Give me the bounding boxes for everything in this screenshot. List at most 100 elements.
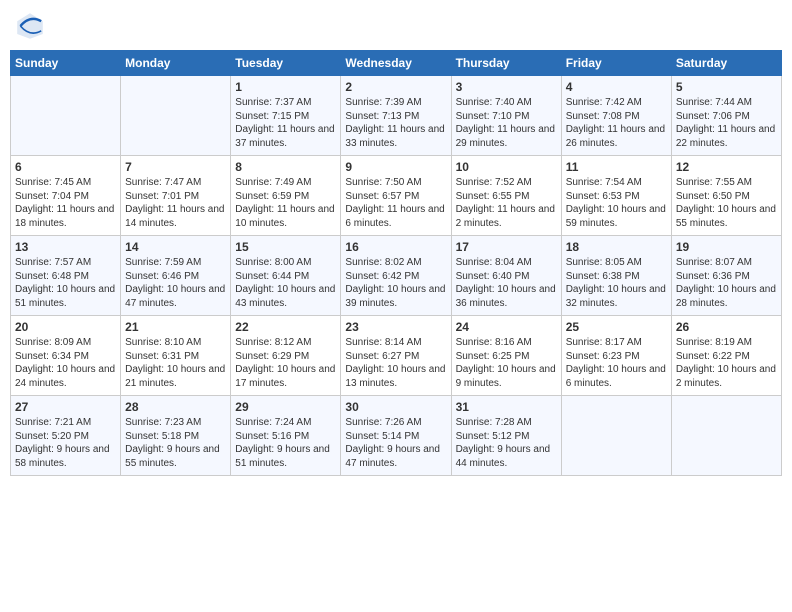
calendar-cell: 23Sunrise: 8:14 AM Sunset: 6:27 PM Dayli…	[341, 316, 451, 396]
calendar-cell: 16 Sunrise: 8:02 AM Sunset: 6:42 PM Dayli…	[341, 236, 451, 316]
day-number: 31	[456, 400, 557, 414]
header-day-friday: Friday	[561, 51, 671, 76]
calendar-cell: 18Sunrise: 8:05 AM Sunset: 6:38 PM Dayli…	[561, 236, 671, 316]
calendar-cell: 3Sunrise: 7:40 AM Sunset: 7:10 PM Daylig…	[451, 76, 561, 156]
page-header	[10, 10, 782, 42]
day-info: Sunrise: 7:49 AM Sunset: 6:59 PM Dayligh…	[235, 176, 336, 230]
calendar-cell: 14 Sunrise: 7:59 AM Sunset: 6:46 PM Dayli…	[121, 236, 231, 316]
day-info: Sunrise: 8:16 AM Sunset: 6:25 PM Dayligh…	[456, 336, 557, 390]
day-info: Sunrise: 8:17 AM Sunset: 6:23 PM Dayligh…	[566, 336, 667, 390]
day-number: 4	[566, 80, 667, 94]
day-number: 16	[345, 240, 446, 254]
day-info: Sunrise: 7:54 AM Sunset: 6:53 PM Dayligh…	[566, 176, 667, 230]
day-number: 1	[235, 80, 336, 94]
day-number: 27	[15, 400, 116, 414]
calendar-cell: 27 Sunrise: 7:21 AM Sunset: 5:20 PM Dayli…	[11, 396, 121, 476]
calendar-cell: 17 Sunrise: 8:04 AM Sunset: 6:40 PM Dayli…	[451, 236, 561, 316]
calendar-cell: 25 Sunrise: 8:17 AM Sunset: 6:23 PM Dayli…	[561, 316, 671, 396]
calendar-cell: 19 Sunrise: 8:07 AM Sunset: 6:36 PM Dayli…	[671, 236, 781, 316]
day-info: Sunrise: 8:04 AM Sunset: 6:40 PM Dayligh…	[456, 256, 557, 310]
header-day-thursday: Thursday	[451, 51, 561, 76]
calendar-table: SundayMondayTuesdayWednesdayThursdayFrid…	[10, 50, 782, 476]
week-row-2: 6 Sunrise: 7:45 AM Sunset: 7:04 PM Daylig…	[11, 156, 782, 236]
calendar-cell: 5 Sunrise: 7:44 AM Sunset: 7:06 PM Daylig…	[671, 76, 781, 156]
calendar-cell: 13 Sunrise: 7:57 AM Sunset: 6:48 PM Dayli…	[11, 236, 121, 316]
calendar-cell	[561, 396, 671, 476]
calendar-cell: 22 Sunrise: 8:12 AM Sunset: 6:29 PM Dayli…	[231, 316, 341, 396]
day-info: Sunrise: 7:37 AM Sunset: 7:15 PM Dayligh…	[235, 96, 336, 150]
logo-icon	[14, 10, 46, 42]
day-number: 29	[235, 400, 336, 414]
day-number: 6	[15, 160, 116, 174]
day-number: 12	[676, 160, 777, 174]
day-number: 25	[566, 320, 667, 334]
calendar-cell: 6 Sunrise: 7:45 AM Sunset: 7:04 PM Daylig…	[11, 156, 121, 236]
calendar-cell: 8 Sunrise: 7:49 AM Sunset: 6:59 PM Daylig…	[231, 156, 341, 236]
calendar-cell: 1 Sunrise: 7:37 AM Sunset: 7:15 PM Daylig…	[231, 76, 341, 156]
day-info: Sunrise: 7:21 AM Sunset: 5:20 PM Dayligh…	[15, 416, 116, 470]
header-day-sunday: Sunday	[11, 51, 121, 76]
day-number: 10	[456, 160, 557, 174]
day-info: Sunrise: 8:02 AM Sunset: 6:42 PM Dayligh…	[345, 256, 446, 310]
day-number: 13	[15, 240, 116, 254]
day-info: Sunrise: 7:42 AM Sunset: 7:08 PM Dayligh…	[566, 96, 667, 150]
day-number: 5	[676, 80, 777, 94]
calendar-cell	[121, 76, 231, 156]
calendar-cell: 31Sunrise: 7:28 AM Sunset: 5:12 PM Dayli…	[451, 396, 561, 476]
week-row-5: 27 Sunrise: 7:21 AM Sunset: 5:20 PM Dayli…	[11, 396, 782, 476]
calendar-cell	[671, 396, 781, 476]
week-row-1: 1 Sunrise: 7:37 AM Sunset: 7:15 PM Daylig…	[11, 76, 782, 156]
day-info: Sunrise: 7:45 AM Sunset: 7:04 PM Dayligh…	[15, 176, 116, 230]
day-number: 24	[456, 320, 557, 334]
day-number: 2	[345, 80, 446, 94]
day-number: 17	[456, 240, 557, 254]
header-day-wednesday: Wednesday	[341, 51, 451, 76]
week-row-4: 20 Sunrise: 8:09 AM Sunset: 6:34 PM Dayli…	[11, 316, 782, 396]
day-number: 11	[566, 160, 667, 174]
day-info: Sunrise: 7:50 AM Sunset: 6:57 PM Dayligh…	[345, 176, 446, 230]
calendar-cell: 4 Sunrise: 7:42 AM Sunset: 7:08 PM Daylig…	[561, 76, 671, 156]
day-info: Sunrise: 7:44 AM Sunset: 7:06 PM Dayligh…	[676, 96, 777, 150]
calendar-cell: 29 Sunrise: 7:24 AM Sunset: 5:16 PM Dayli…	[231, 396, 341, 476]
header-day-monday: Monday	[121, 51, 231, 76]
calendar-cell	[11, 76, 121, 156]
calendar-cell: 11 Sunrise: 7:54 AM Sunset: 6:53 PM Dayli…	[561, 156, 671, 236]
calendar-cell: 2 Sunrise: 7:39 AM Sunset: 7:13 PM Daylig…	[341, 76, 451, 156]
day-info: Sunrise: 8:12 AM Sunset: 6:29 PM Dayligh…	[235, 336, 336, 390]
day-info: Sunrise: 7:39 AM Sunset: 7:13 PM Dayligh…	[345, 96, 446, 150]
day-number: 19	[676, 240, 777, 254]
day-info: Sunrise: 7:40 AM Sunset: 7:10 PM Dayligh…	[456, 96, 557, 150]
day-number: 15	[235, 240, 336, 254]
calendar-cell: 24 Sunrise: 8:16 AM Sunset: 6:25 PM Dayli…	[451, 316, 561, 396]
day-info: Sunrise: 8:00 AM Sunset: 6:44 PM Dayligh…	[235, 256, 336, 310]
calendar-cell: 30Sunrise: 7:26 AM Sunset: 5:14 PM Dayli…	[341, 396, 451, 476]
calendar-cell: 12Sunrise: 7:55 AM Sunset: 6:50 PM Dayli…	[671, 156, 781, 236]
header-day-saturday: Saturday	[671, 51, 781, 76]
day-number: 30	[345, 400, 446, 414]
day-number: 28	[125, 400, 226, 414]
day-info: Sunrise: 7:23 AM Sunset: 5:18 PM Dayligh…	[125, 416, 226, 470]
calendar-cell: 7Sunrise: 7:47 AM Sunset: 7:01 PM Daylig…	[121, 156, 231, 236]
calendar-cell: 9Sunrise: 7:50 AM Sunset: 6:57 PM Daylig…	[341, 156, 451, 236]
day-info: Sunrise: 7:57 AM Sunset: 6:48 PM Dayligh…	[15, 256, 116, 310]
day-info: Sunrise: 7:24 AM Sunset: 5:16 PM Dayligh…	[235, 416, 336, 470]
week-row-3: 13 Sunrise: 7:57 AM Sunset: 6:48 PM Dayli…	[11, 236, 782, 316]
calendar-cell: 21Sunrise: 8:10 AM Sunset: 6:31 PM Dayli…	[121, 316, 231, 396]
day-number: 23	[345, 320, 446, 334]
day-info: Sunrise: 8:05 AM Sunset: 6:38 PM Dayligh…	[566, 256, 667, 310]
logo	[14, 10, 50, 42]
day-info: Sunrise: 8:09 AM Sunset: 6:34 PM Dayligh…	[15, 336, 116, 390]
calendar-body: 1 Sunrise: 7:37 AM Sunset: 7:15 PM Daylig…	[11, 76, 782, 476]
day-info: Sunrise: 8:10 AM Sunset: 6:31 PM Dayligh…	[125, 336, 226, 390]
day-info: Sunrise: 7:59 AM Sunset: 6:46 PM Dayligh…	[125, 256, 226, 310]
day-number: 26	[676, 320, 777, 334]
day-number: 22	[235, 320, 336, 334]
day-number: 20	[15, 320, 116, 334]
day-number: 8	[235, 160, 336, 174]
day-info: Sunrise: 8:19 AM Sunset: 6:22 PM Dayligh…	[676, 336, 777, 390]
calendar-cell: 20 Sunrise: 8:09 AM Sunset: 6:34 PM Dayli…	[11, 316, 121, 396]
day-info: Sunrise: 8:07 AM Sunset: 6:36 PM Dayligh…	[676, 256, 777, 310]
day-number: 14	[125, 240, 226, 254]
day-info: Sunrise: 7:52 AM Sunset: 6:55 PM Dayligh…	[456, 176, 557, 230]
calendar-cell: 26 Sunrise: 8:19 AM Sunset: 6:22 PM Dayli…	[671, 316, 781, 396]
